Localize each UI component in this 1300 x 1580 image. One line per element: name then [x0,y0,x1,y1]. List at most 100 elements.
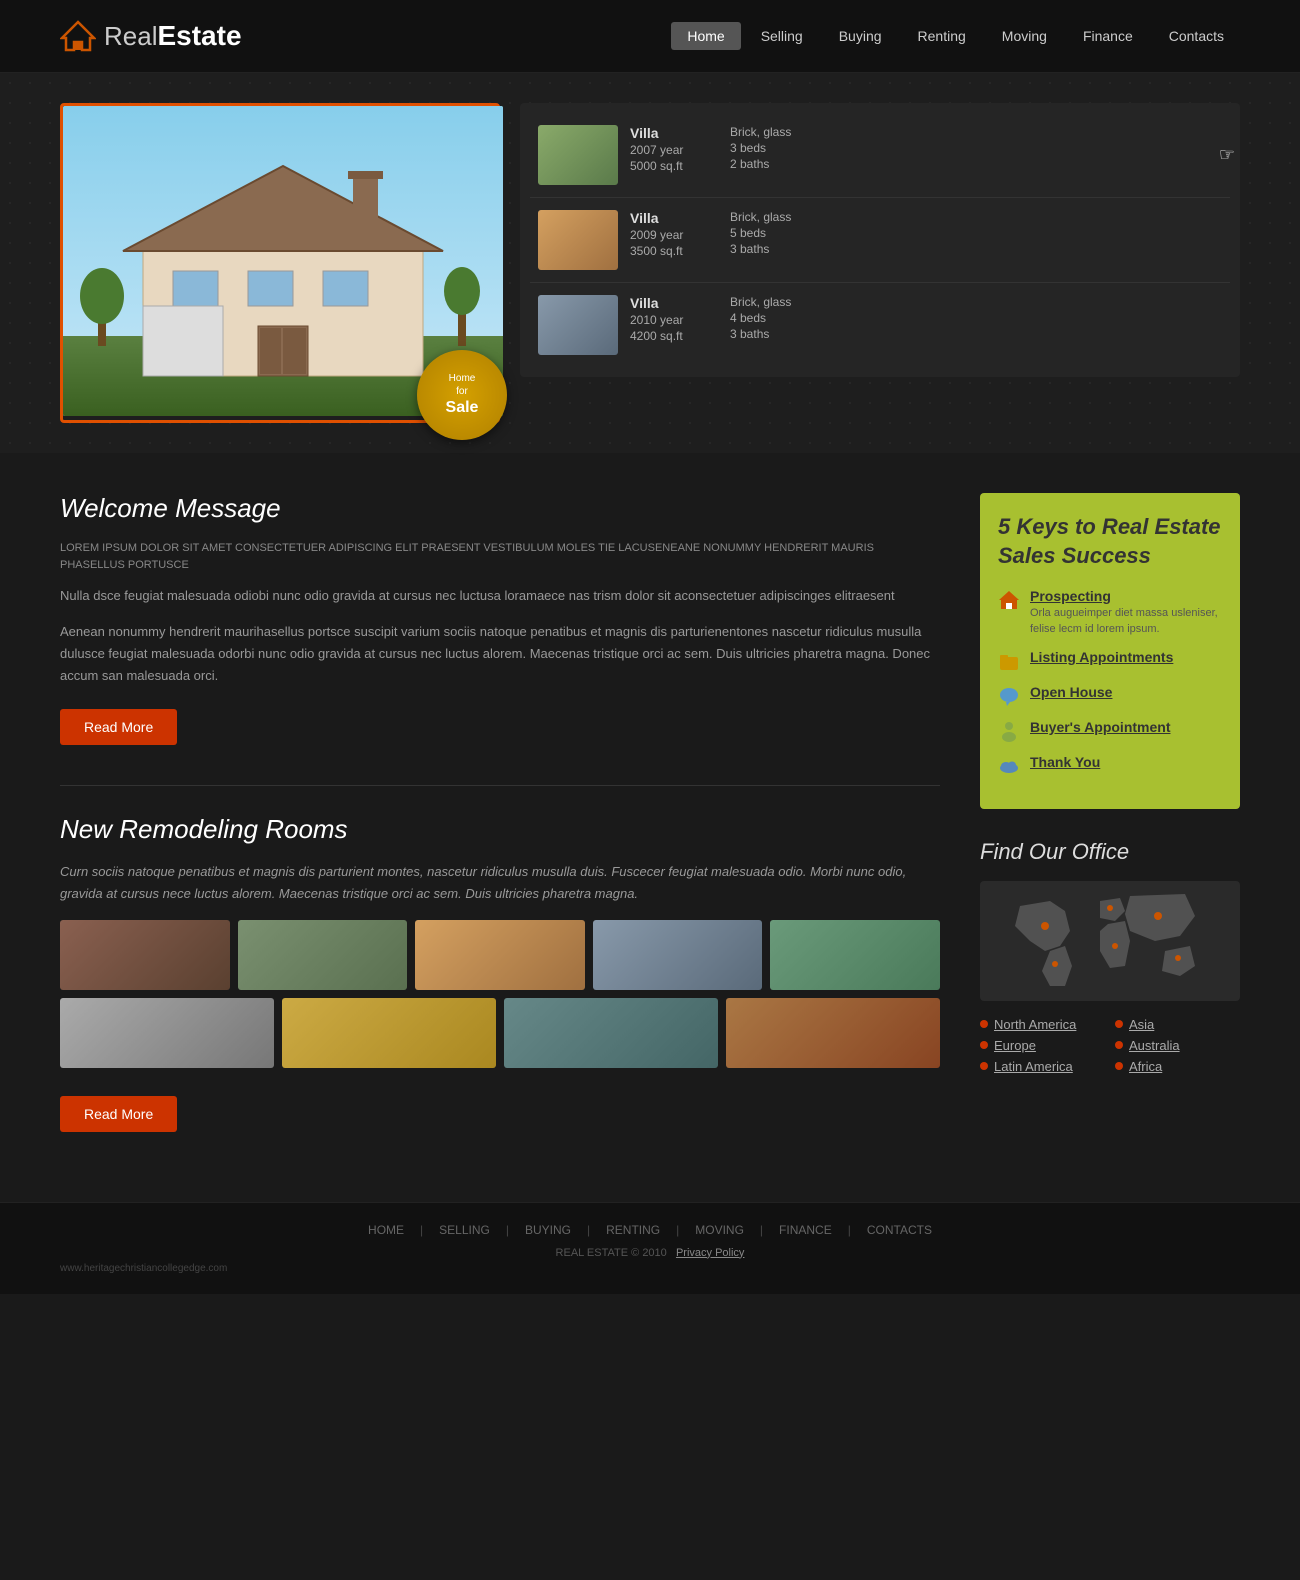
listing-details-3: Villa 2010 year 4200 sq.ft Brick, glass … [630,295,1222,343]
find-office-section: Find Our Office [980,839,1240,1074]
office-locations: North America Asia Europe Australia Lati… [980,1017,1240,1074]
listing-material: Brick, glass [730,295,810,309]
footer: HOME | SELLING | BUYING | RENTING | MOVI… [0,1202,1300,1294]
listing-beds: 5 beds [730,226,810,240]
listing-link[interactable]: Listing Appointments [1030,649,1173,665]
key-item-listing: Listing Appointments [998,649,1222,672]
remodeling-title: New Remodeling Rooms [60,814,940,845]
dot-australia [1115,1041,1123,1049]
nav-item-moving[interactable]: Moving [986,22,1063,50]
prospecting-link[interactable]: Prospecting [1030,588,1222,604]
folder-icon [998,650,1020,672]
header: RealEstate Home Selling Buying Renting M… [0,0,1300,73]
listing-item: Villa 2007 year 5000 sq.ft Brick, glass … [530,113,1230,198]
cloud-icon [998,755,1020,777]
nav-item-buying[interactable]: Buying [823,22,898,50]
world-map [980,881,1240,1001]
key-item-prospecting: Prospecting Orla augueimper diet massa u… [998,588,1222,637]
nav-item-selling[interactable]: Selling [745,22,819,50]
find-office-title: Find Our Office [980,839,1240,865]
key-item-buyer: Buyer's Appointment [998,719,1222,742]
listing-year: 2009 year [630,228,710,242]
dot-latin-america [980,1062,988,1070]
dot-europe [980,1041,988,1049]
remodeling-read-more-button[interactable]: Read More [60,1096,177,1132]
nav-item-renting[interactable]: Renting [902,22,982,50]
footer-nav-moving[interactable]: MOVING [695,1223,744,1237]
left-column: Welcome Message LOREM IPSUM DOLOR SIT AM… [60,493,940,1162]
key-item-openhouse: Open House [998,684,1222,707]
footer-nav-finance[interactable]: FINANCE [779,1223,832,1237]
office-latin-america[interactable]: Latin America [980,1059,1105,1074]
welcome-body2: Aenean nonummy hendrerit maurihasellus p… [60,621,940,687]
listing-type: Villa [630,210,710,226]
welcome-title: Welcome Message [60,493,940,524]
world-map-svg [1000,886,1220,996]
footer-privacy-link[interactable]: Privacy Policy [676,1247,744,1259]
listing-beds: 3 beds [730,141,810,155]
rooms-grid-row2 [60,998,940,1068]
footer-nav-selling[interactable]: SELLING [439,1223,490,1237]
nav-item-contacts[interactable]: Contacts [1153,22,1240,50]
room-thumb-1 [60,920,230,990]
sale-badge: Home for Sale [417,350,507,440]
person-icon [998,720,1020,742]
hero-section: Home for Sale Villa 2007 year 5000 sq.ft… [0,73,1300,453]
office-asia[interactable]: Asia [1115,1017,1240,1032]
listing-thumbnail-2 [538,210,618,270]
listing-item: Villa 2009 year 3500 sq.ft Brick, glass … [530,198,1230,283]
listing-material: Brick, glass [730,125,810,139]
room-thumb-3 [415,920,585,990]
nav-item-finance[interactable]: Finance [1067,22,1149,50]
office-africa[interactable]: Africa [1115,1059,1240,1074]
listing-type: Villa [630,125,710,141]
listing-year: 2010 year [630,313,710,327]
chat-icon [998,685,1020,707]
main-nav: Home Selling Buying Renting Moving Finan… [671,22,1240,50]
sale-badge-line1: Home [449,372,476,385]
footer-year: © 2010 [631,1247,667,1259]
sale-badge-line3: Sale [446,398,479,419]
nav-item-home[interactable]: Home [671,22,740,50]
listings-panel: Villa 2007 year 5000 sq.ft Brick, glass … [520,103,1240,377]
footer-nav: HOME | SELLING | BUYING | RENTING | MOVI… [60,1223,1240,1237]
openhouse-link[interactable]: Open House [1030,684,1112,700]
footer-nav-contacts[interactable]: CONTACTS [867,1223,932,1237]
listing-thumbnail-1 [538,125,618,185]
footer-brand: REAL ESTATE [556,1247,629,1259]
keys-title: 5 Keys to Real Estate Sales Success [998,513,1222,570]
footer-nav-renting[interactable]: RENTING [606,1223,660,1237]
key-content-openhouse: Open House [1030,684,1112,700]
prospecting-desc: Orla augueimper diet massa usleniser, fe… [1030,606,1222,637]
thankyou-link[interactable]: Thank You [1030,754,1100,770]
listing-baths: 2 baths [730,157,810,171]
room-thumb-5 [770,920,940,990]
listing-baths: 3 baths [730,242,810,256]
divider [60,785,940,786]
footer-nav-home[interactable]: HOME [368,1223,404,1237]
logo: RealEstate [60,18,242,54]
listing-year: 2007 year [630,143,710,157]
room-thumb-7 [282,998,496,1068]
listing-sqft: 5000 sq.ft [630,159,710,173]
logo-text: RealEstate [104,20,242,52]
house-icon [998,589,1020,611]
key-content-thankyou: Thank You [1030,754,1100,770]
welcome-read-more-button[interactable]: Read More [60,709,177,745]
footer-nav-buying[interactable]: BUYING [525,1223,571,1237]
footer-copyright: REAL ESTATE © 2010 Privacy Policy [60,1247,1240,1259]
room-thumb-4 [593,920,763,990]
office-north-america[interactable]: North America [980,1017,1105,1032]
footer-url: www.heritagechristiancollegedge.com [60,1263,1240,1274]
office-australia[interactable]: Australia [1115,1038,1240,1053]
office-europe[interactable]: Europe [980,1038,1105,1053]
room-thumb-9 [726,998,940,1068]
listing-baths: 3 baths [730,327,810,341]
listing-details-1: Villa 2007 year 5000 sq.ft Brick, glass … [630,125,1222,173]
key-content-listing: Listing Appointments [1030,649,1173,665]
listing-material: Brick, glass [730,210,810,224]
buyer-link[interactable]: Buyer's Appointment [1030,719,1171,735]
listing-sqft: 3500 sq.ft [630,244,710,258]
dot-asia [1115,1020,1123,1028]
logo-icon [60,18,96,54]
